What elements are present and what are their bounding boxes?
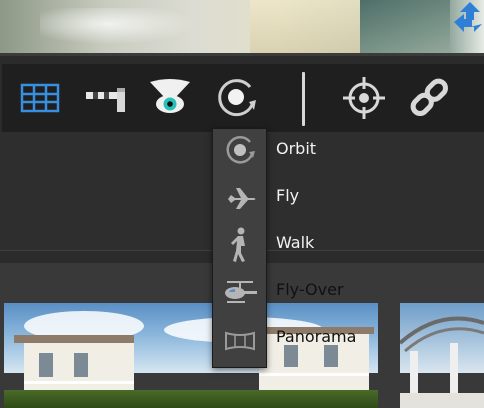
grid-button[interactable] (16, 76, 64, 120)
orbit-icon (218, 79, 256, 117)
fly-mode-label[interactable]: Fly (276, 186, 299, 206)
crosshair-icon (343, 77, 385, 119)
orbit-mode-button[interactable] (212, 76, 260, 120)
grid-icon (20, 83, 60, 113)
helicopter-icon (224, 281, 257, 303)
pan-arrows-icon[interactable] (452, 0, 484, 40)
walk-mode-label[interactable]: Walk (276, 233, 314, 253)
3d-viewport[interactable] (0, 0, 484, 56)
view-thumbnail[interactable] (400, 303, 484, 408)
orbit-icon (225, 136, 255, 164)
toolbar (2, 64, 484, 132)
eye-view-cone-icon (150, 79, 190, 113)
viewport-terrain (250, 0, 360, 56)
viewport-terrain (40, 8, 210, 48)
thumbnail-roof (14, 335, 134, 343)
viewport-border (0, 53, 484, 56)
walking-person-icon (230, 227, 245, 262)
fly-over-mode-option[interactable] (213, 270, 266, 314)
thumbnail-window (74, 353, 88, 377)
orbit-mode-option[interactable] (213, 129, 266, 173)
view-button[interactable] (146, 76, 194, 120)
fly-mode-option[interactable] (213, 176, 266, 220)
chain-link-icon (410, 78, 448, 116)
barrier-gate-icon (86, 88, 125, 112)
thumbnail-window (324, 345, 338, 367)
panorama-mode-option[interactable] (213, 319, 266, 363)
thumbnail-pergola (400, 316, 484, 408)
thumbnail-trees (4, 390, 378, 408)
toolbar-divider (302, 72, 305, 126)
panorama-mode-label[interactable]: Panorama (276, 327, 356, 347)
walk-mode-option[interactable] (213, 223, 266, 267)
thumbnail-window (284, 345, 298, 367)
link-button[interactable] (406, 76, 454, 120)
gate-button[interactable] (82, 76, 130, 120)
thumbnail-railing (24, 381, 134, 384)
orbit-mode-label[interactable]: Orbit (276, 139, 316, 159)
fly-over-mode-label[interactable]: Fly-Over (276, 280, 344, 300)
thumbnail-window (39, 353, 53, 377)
view-thumbnail[interactable] (4, 303, 378, 408)
panorama-icon (224, 331, 255, 351)
target-button[interactable] (340, 76, 388, 120)
airplane-icon (223, 188, 255, 209)
navigation-mode-menu (212, 128, 267, 368)
viewport-terrain (360, 0, 450, 56)
thumbnail-railing (259, 373, 369, 376)
